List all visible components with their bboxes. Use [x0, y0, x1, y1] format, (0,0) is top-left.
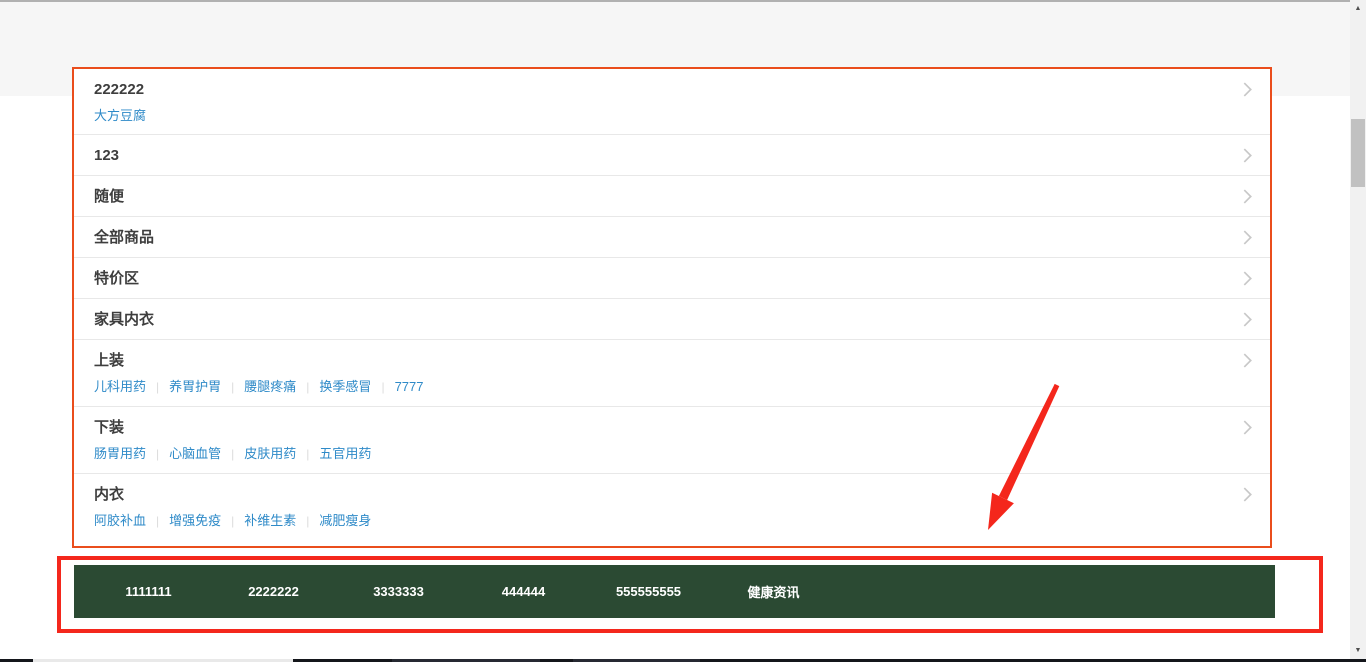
footer-nav-bar: 1111111 2222222 3333333 444444 555555555… — [74, 565, 1275, 618]
subcategory-link[interactable]: 减肥瘦身 — [296, 513, 371, 528]
category-title[interactable]: 下装 — [94, 417, 124, 438]
subcategory-links: 大方豆腐 — [94, 106, 1252, 125]
footer-nav-item[interactable]: 3333333 — [336, 584, 461, 599]
category-row[interactable]: 全部商品 — [74, 217, 1270, 258]
category-title[interactable]: 上装 — [94, 350, 124, 371]
category-title[interactable]: 全部商品 — [94, 227, 154, 248]
scrollbar-thumb[interactable] — [1351, 119, 1365, 187]
subcategory-link[interactable]: 养胃护胃 — [146, 379, 221, 394]
category-title[interactable]: 随便 — [94, 186, 124, 207]
subcategory-link[interactable]: 肠胃用药 — [94, 446, 146, 461]
scroll-up-icon[interactable]: ▲ — [1350, 0, 1366, 16]
chevron-right-icon — [1243, 353, 1252, 368]
chevron-right-icon — [1243, 487, 1252, 502]
category-row[interactable]: 内衣 阿胶补血增强免疫补维生素减肥瘦身 — [74, 474, 1270, 540]
footer-nav-item[interactable]: 444444 — [461, 584, 586, 599]
category-title[interactable]: 123 — [94, 145, 119, 166]
subcategory-link[interactable]: 增强免疫 — [146, 513, 221, 528]
category-menu-panel: 222222 大方豆腐 123 随便 — [72, 67, 1272, 548]
category-row[interactable]: 123 — [74, 135, 1270, 176]
chevron-right-icon — [1243, 230, 1252, 245]
subcategory-link[interactable]: 五官用药 — [296, 446, 371, 461]
category-row[interactable]: 特价区 — [74, 258, 1270, 299]
category-title[interactable]: 222222 — [94, 79, 144, 100]
category-title[interactable]: 特价区 — [94, 268, 139, 289]
footer-nav-item[interactable]: 2222222 — [211, 584, 336, 599]
footer-nav-item[interactable]: 555555555 — [586, 584, 711, 599]
subcategory-link[interactable]: 阿胶补血 — [94, 513, 146, 528]
subcategory-links: 儿科用药养胃护胃腰腿疼痛换季感冒7777 — [94, 377, 1252, 397]
chevron-right-icon — [1243, 189, 1252, 204]
category-row[interactable]: 222222 大方豆腐 — [74, 69, 1270, 135]
category-row[interactable]: 家具内衣 — [74, 299, 1270, 340]
subcategory-link[interactable]: 换季感冒 — [296, 379, 371, 394]
chevron-right-icon — [1243, 312, 1252, 327]
chevron-right-icon — [1243, 148, 1252, 163]
footer-nav-item[interactable]: 健康资讯 — [711, 582, 836, 601]
subcategory-link[interactable]: 补维生素 — [221, 513, 296, 528]
page: 222222 大方豆腐 123 随便 — [0, 0, 1366, 662]
chevron-right-icon — [1243, 271, 1252, 286]
chevron-right-icon — [1243, 82, 1252, 97]
chevron-right-icon — [1243, 420, 1252, 435]
category-row[interactable]: 下装 肠胃用药心脑血管皮肤用药五官用药 — [74, 407, 1270, 474]
scroll-down-icon[interactable]: ▼ — [1350, 642, 1366, 658]
subcategory-links: 肠胃用药心脑血管皮肤用药五官用药 — [94, 444, 1252, 464]
subcategory-link[interactable]: 心脑血管 — [146, 446, 221, 461]
subcategory-link[interactable]: 7777 — [371, 379, 423, 394]
category-row[interactable]: 随便 — [74, 176, 1270, 217]
subcategory-link[interactable]: 大方豆腐 — [94, 108, 146, 123]
category-title[interactable]: 家具内衣 — [94, 309, 154, 330]
subcategory-link[interactable]: 儿科用药 — [94, 379, 146, 394]
subcategory-link[interactable]: 腰腿疼痛 — [221, 379, 296, 394]
vertical-scrollbar[interactable]: ▲ ▼ — [1350, 0, 1366, 662]
category-row[interactable]: 上装 儿科用药养胃护胃腰腿疼痛换季感冒7777 — [74, 340, 1270, 407]
subcategory-links: 阿胶补血增强免疫补维生素减肥瘦身 — [94, 511, 1252, 531]
subcategory-link[interactable]: 皮肤用药 — [221, 446, 296, 461]
category-title[interactable]: 内衣 — [94, 484, 124, 505]
footer-nav-item[interactable]: 1111111 — [86, 584, 211, 599]
